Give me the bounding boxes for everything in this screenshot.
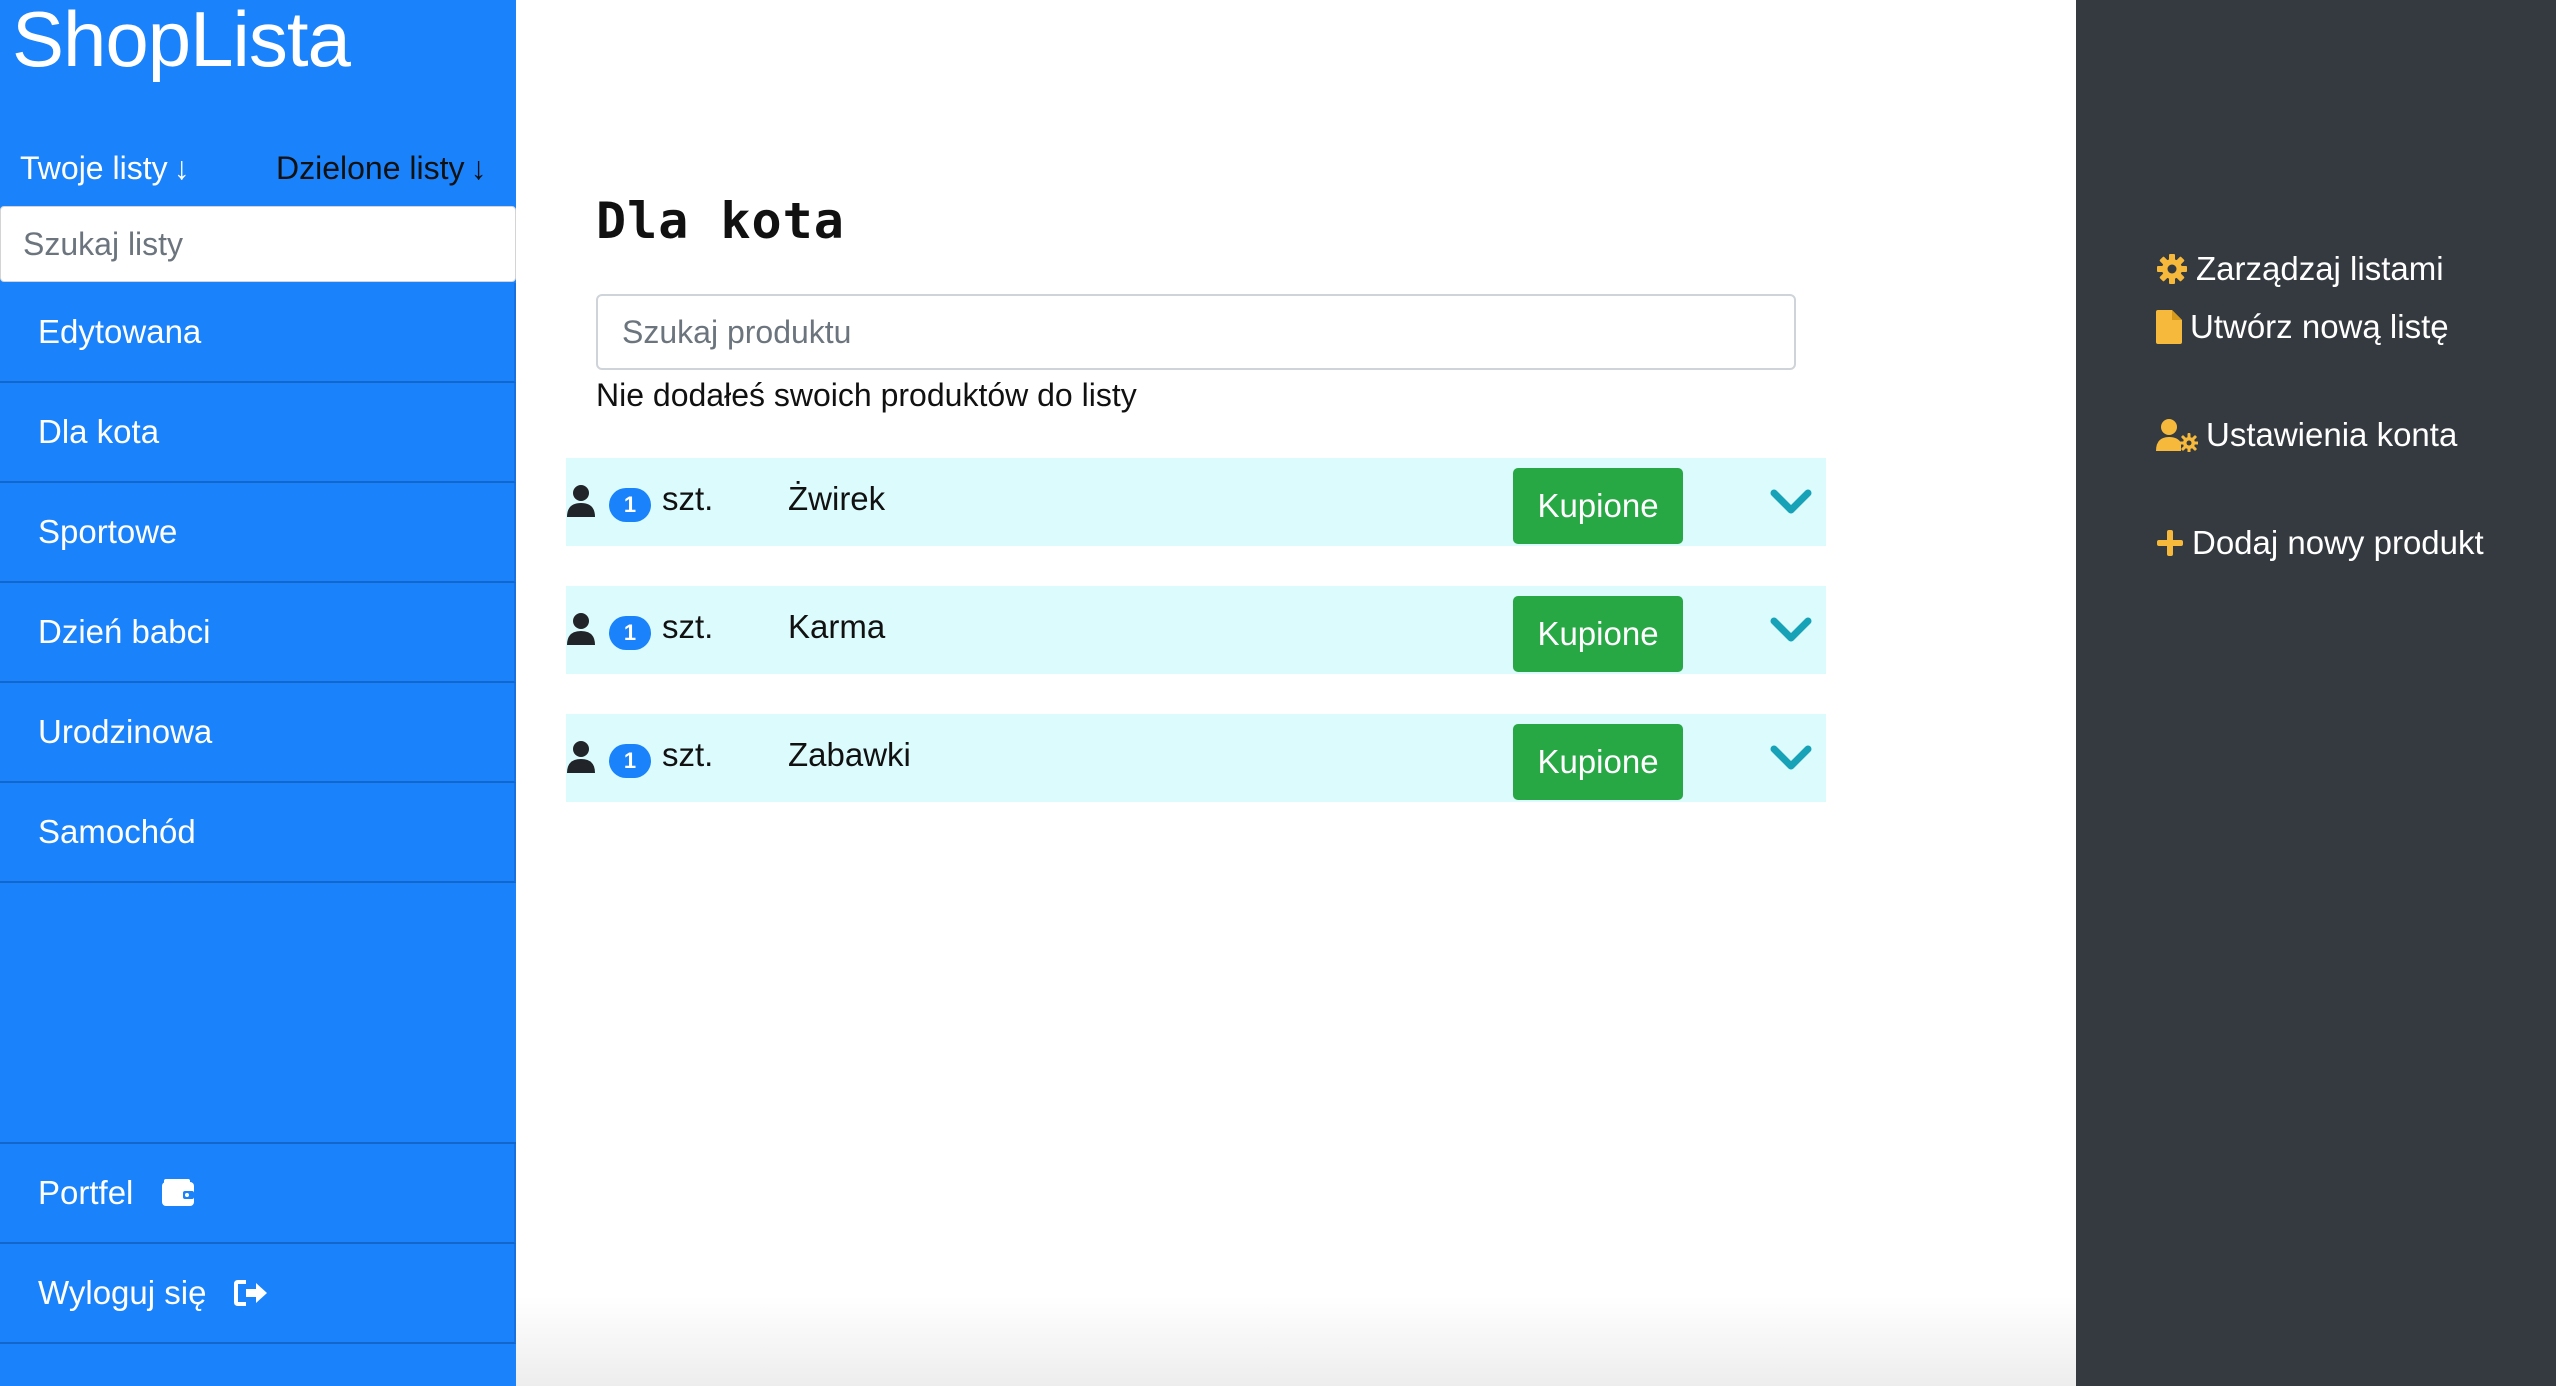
unit-label: szt. bbox=[662, 480, 714, 517]
bought-button[interactable]: Kupione bbox=[1513, 596, 1683, 672]
sidebar-item-sportowe[interactable]: Sportowe bbox=[0, 483, 516, 583]
list-search-input[interactable] bbox=[0, 206, 516, 282]
product-row: 1 szt. Karma Kupione bbox=[566, 586, 1826, 674]
sort-row: Twoje listy ↓ Dzielone listy ↓ bbox=[0, 140, 516, 196]
wallet-label: Portfel bbox=[38, 1174, 134, 1211]
user-icon bbox=[566, 484, 596, 523]
add-product-link[interactable]: Dodaj nowy produkt bbox=[2156, 524, 2484, 562]
manage-lists-link[interactable]: Zarządzaj listami bbox=[2156, 250, 2444, 288]
sidebar: ShopLista Twoje listy↓ Dzielone listy↓ E… bbox=[0, 0, 516, 1386]
empty-own-products-note: Nie dodałeś swoich produktów do listy bbox=[596, 377, 1137, 413]
sort-shared-label: Dzielone listy bbox=[276, 150, 465, 186]
create-list-label: Utwórz nową listę bbox=[2190, 308, 2449, 345]
bottom-fade bbox=[516, 1296, 2076, 1386]
product-name: Karma bbox=[788, 608, 886, 645]
quantity-badge: 1 bbox=[609, 616, 651, 650]
product-name: Zabawki bbox=[788, 736, 911, 773]
sign-out-icon bbox=[234, 1278, 268, 1308]
file-icon bbox=[2156, 310, 2182, 344]
logout-label: Wyloguj się bbox=[38, 1274, 207, 1311]
main-content: Dla kota Nie dodałeś swoich produktów do… bbox=[516, 0, 2076, 1386]
lists-nav: Edytowana Dla kota Sportowe Dzień babci … bbox=[0, 283, 516, 883]
product-row: 1 szt. Zabawki Kupione bbox=[566, 714, 1826, 802]
manage-lists-label: Zarządzaj listami bbox=[2196, 250, 2444, 287]
sort-own-lists[interactable]: Twoje listy ↓ bbox=[20, 146, 190, 190]
logout-link[interactable]: Wyloguj się bbox=[0, 1244, 516, 1344]
wallet-link[interactable]: Portfel bbox=[0, 1144, 516, 1244]
chevron-down-icon[interactable] bbox=[1770, 744, 1812, 777]
sidebar-item-edytowana[interactable]: Edytowana bbox=[0, 283, 516, 383]
sidebar-item-samochod[interactable]: Samochód bbox=[0, 783, 516, 883]
arrow-down-icon: ↓ bbox=[470, 150, 487, 186]
bought-button[interactable]: Kupione bbox=[1513, 468, 1683, 544]
account-settings-link[interactable]: Ustawienia konta bbox=[2156, 416, 2457, 454]
chevron-down-icon[interactable] bbox=[1770, 488, 1812, 521]
unit-label: szt. bbox=[662, 736, 714, 773]
plus-icon bbox=[2156, 529, 2184, 557]
actions-panel: Zarządzaj listami Utwórz nową listę Usta… bbox=[2076, 0, 2556, 1386]
user-icon bbox=[566, 740, 596, 779]
sort-own-label: Twoje listy bbox=[20, 150, 168, 186]
product-search-input[interactable] bbox=[596, 294, 1796, 370]
sidebar-item-urodzinowa[interactable]: Urodzinowa bbox=[0, 683, 516, 783]
quantity-badge: 1 bbox=[609, 744, 651, 778]
create-list-link[interactable]: Utwórz nową listę bbox=[2156, 308, 2449, 346]
sort-shared-lists[interactable]: Dzielone listy ↓ bbox=[276, 146, 487, 190]
product-list: 1 szt. Żwirek Kupione 1 szt. Karma Kupio… bbox=[566, 458, 1826, 842]
unit-label: szt. bbox=[662, 608, 714, 645]
bought-button[interactable]: Kupione bbox=[1513, 724, 1683, 800]
page-title: Dla kota bbox=[596, 192, 845, 250]
wallet-icon bbox=[161, 1179, 195, 1207]
cog-icon bbox=[2156, 253, 2188, 285]
user-cog-icon bbox=[2156, 418, 2198, 452]
product-row: 1 szt. Żwirek Kupione bbox=[566, 458, 1826, 546]
quantity-badge: 1 bbox=[609, 488, 651, 522]
sidebar-footer: Portfel Wyloguj się bbox=[0, 1142, 516, 1344]
add-product-label: Dodaj nowy produkt bbox=[2192, 524, 2484, 561]
product-name: Żwirek bbox=[788, 480, 886, 517]
brand-logo[interactable]: ShopLista bbox=[12, 0, 351, 84]
sidebar-item-dzien-babci[interactable]: Dzień babci bbox=[0, 583, 516, 683]
sidebar-item-dla-kota[interactable]: Dla kota bbox=[0, 383, 516, 483]
user-icon bbox=[566, 612, 596, 651]
chevron-down-icon[interactable] bbox=[1770, 616, 1812, 649]
account-settings-label: Ustawienia konta bbox=[2206, 416, 2458, 453]
arrow-down-icon: ↓ bbox=[173, 150, 190, 186]
